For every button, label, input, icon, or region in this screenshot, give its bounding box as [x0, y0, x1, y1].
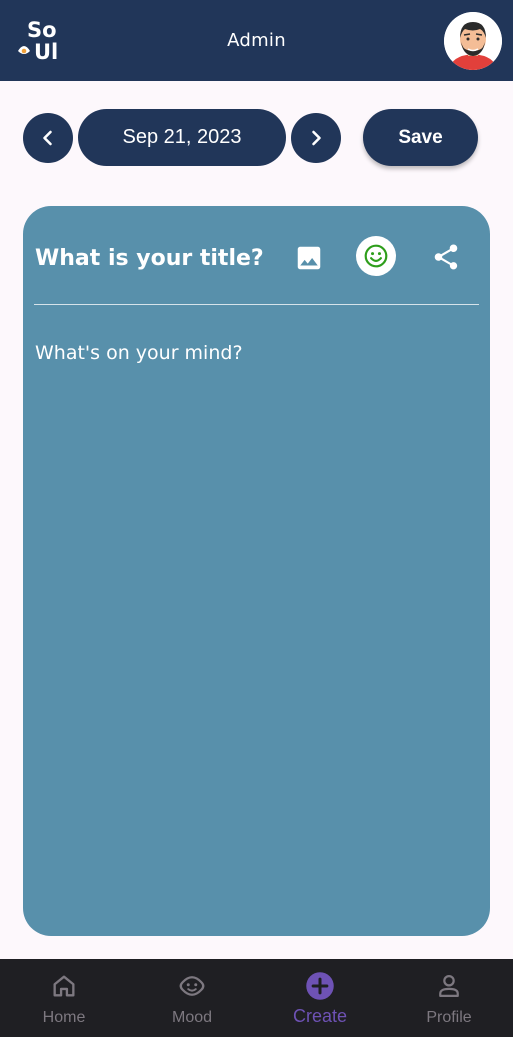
nav-item-profile[interactable]: Profile — [385, 959, 513, 1037]
entry-title-input[interactable]: What is your title? — [35, 242, 285, 276]
nav-label-home: Home — [42, 1009, 86, 1026]
nav-item-mood[interactable]: Mood — [128, 959, 256, 1037]
nav-label-mood: Mood — [171, 1009, 213, 1026]
add-image-button[interactable] — [291, 240, 327, 276]
title-divider — [34, 304, 479, 305]
entry-body-input[interactable]: What's on your mind? — [35, 338, 475, 378]
nav-label-create: Create — [292, 1006, 348, 1026]
add-circle-icon — [305, 971, 335, 1001]
share-button[interactable] — [427, 238, 465, 276]
journal-entry-card: What is your title? What's on your mind? — [23, 206, 490, 936]
image-icon — [297, 246, 321, 270]
mood-emoji-button[interactable] — [356, 236, 396, 276]
save-button[interactable]: Save — [363, 109, 478, 166]
bottom-navigation: Home Mood Create Profile — [0, 959, 513, 1037]
share-icon — [434, 244, 458, 270]
chevron-left-icon — [43, 130, 52, 146]
next-day-button[interactable] — [291, 113, 341, 163]
nav-item-create[interactable]: Create — [256, 959, 384, 1037]
nav-item-home[interactable]: Home — [0, 959, 128, 1037]
profile-icon — [434, 971, 464, 1001]
user-avatar-icon — [444, 12, 502, 70]
nav-label-profile: Profile — [426, 1009, 472, 1026]
page-title: Admin — [227, 30, 286, 51]
previous-day-button[interactable] — [23, 113, 73, 163]
app-bar: So Ul Admin — [0, 0, 513, 81]
avatar[interactable] — [444, 12, 502, 70]
home-icon — [49, 971, 79, 1001]
emoji-icon — [364, 244, 388, 268]
mood-icon — [177, 971, 207, 1001]
date-picker-button[interactable]: Sep 21, 2023 — [78, 109, 286, 166]
chevron-right-icon — [312, 130, 321, 146]
